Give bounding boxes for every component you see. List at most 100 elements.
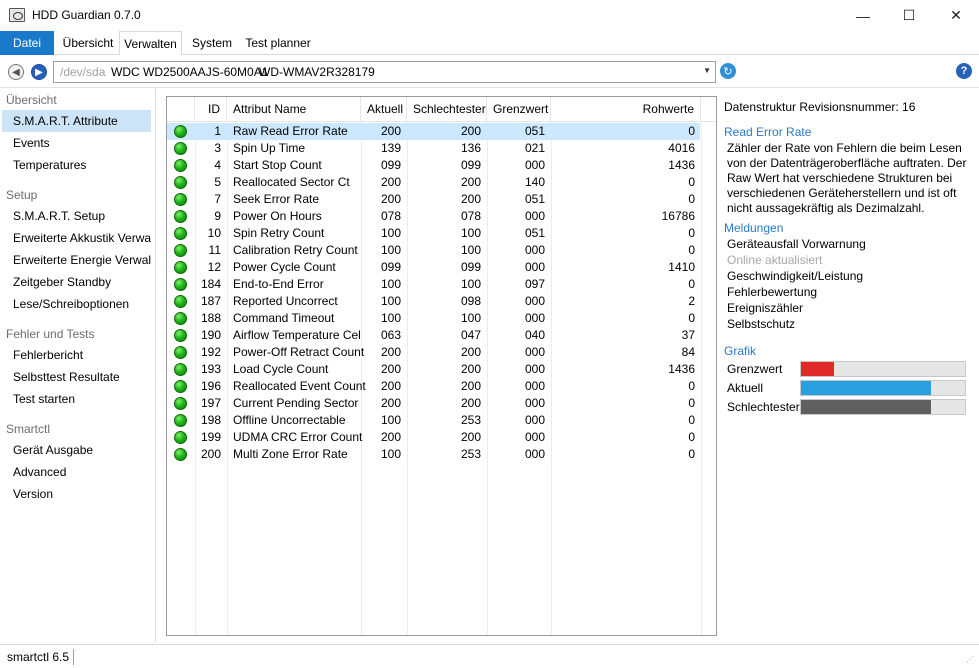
table-row[interactable]: 9 Power On Hours 078 078 000 16786 xyxy=(167,208,700,225)
table-row[interactable]: 1 Raw Read Error Rate 200 200 051 0 xyxy=(167,123,700,140)
sidebar-item-geraet-ausgabe[interactable]: Gerät Ausgabe xyxy=(2,439,151,461)
cell-schlechtester: 099 xyxy=(460,158,481,172)
cell-rohwerte: 0 xyxy=(688,430,695,444)
menu-uebersicht[interactable]: Übersicht xyxy=(58,31,118,55)
status-ok-icon xyxy=(174,363,187,376)
cell-aktuell: 100 xyxy=(380,294,401,308)
menu-test-planner[interactable]: Test planner xyxy=(242,31,314,55)
sidebar-item-akkustik[interactable]: Erweiterte Akkustik Verwaltung xyxy=(2,227,151,249)
table-row[interactable]: 192 Power-Off Retract Count 200 200 000 84 xyxy=(167,344,700,361)
bar-label: Grenzwert xyxy=(727,362,783,376)
message-item: Geräteausfall Vorwarnung xyxy=(727,237,866,251)
message-item: Fehlerbewertung xyxy=(727,285,818,299)
status-ok-icon xyxy=(174,142,187,155)
resize-grip-icon[interactable]: ⋰ xyxy=(966,655,976,665)
table-row[interactable]: 188 Command Timeout 100 100 000 0 xyxy=(167,310,700,327)
cell-schlechtester: 200 xyxy=(460,175,481,189)
forward-arrow-icon[interactable]: ▶ xyxy=(31,64,47,80)
column-aktuell[interactable]: Aktuell xyxy=(361,97,407,122)
table-row[interactable]: 196 Reallocated Event Count 200 200 000 0 xyxy=(167,378,700,395)
refresh-icon[interactable]: ↻ xyxy=(720,63,736,79)
status-ok-icon xyxy=(174,329,187,342)
column-grenzwert[interactable]: Grenzwert xyxy=(487,97,551,122)
sidebar-item-leseoptionen[interactable]: Lese/Schreiboptionen xyxy=(2,293,151,315)
minimize-button[interactable]: — xyxy=(840,0,886,31)
table-row[interactable]: 190 Airflow Temperature Cel 063 047 040 37 xyxy=(167,327,700,344)
device-selector[interactable]: /dev/sda WDC WD2500AAJS-60M0A1 WD-WMAV2R… xyxy=(53,61,716,83)
cell-attribut-name: Start Stop Count xyxy=(233,158,322,172)
column-rohwerte[interactable]: Rohwerte xyxy=(551,97,701,122)
table-row[interactable]: 198 Offline Uncorrectable 100 253 000 0 xyxy=(167,412,700,429)
table-row[interactable]: 7 Seek Error Rate 200 200 051 0 xyxy=(167,191,700,208)
sidebar-item-energie[interactable]: Erweiterte Energie Verwaltung xyxy=(2,249,151,271)
maximize-button[interactable]: ☐ xyxy=(886,0,932,31)
status-ok-icon xyxy=(174,346,187,359)
cell-attribut-name: Multi Zone Error Rate xyxy=(233,447,348,461)
cell-schlechtester: 200 xyxy=(460,430,481,444)
close-button[interactable]: ✕ xyxy=(933,0,979,31)
table-row[interactable]: 197 Current Pending Sector 200 200 000 0 xyxy=(167,395,700,412)
cell-grenzwert: 000 xyxy=(524,311,545,325)
table-row[interactable]: 4 Start Stop Count 099 099 000 1436 xyxy=(167,157,700,174)
hdd-icon xyxy=(9,8,25,22)
bar-track xyxy=(800,380,966,396)
cell-id: 187 xyxy=(200,294,221,308)
cell-rohwerte: 0 xyxy=(688,311,695,325)
cell-aktuell: 139 xyxy=(380,141,401,155)
table-row[interactable]: 193 Load Cycle Count 200 200 000 1436 xyxy=(167,361,700,378)
table-row[interactable]: 200 Multi Zone Error Rate 100 253 000 0 xyxy=(167,446,700,463)
help-icon[interactable]: ? xyxy=(956,63,972,79)
cell-grenzwert: 000 xyxy=(524,345,545,359)
table-row[interactable]: 10 Spin Retry Count 100 100 051 0 xyxy=(167,225,700,242)
table-row[interactable]: 184 End-to-End Error 100 100 097 0 xyxy=(167,276,700,293)
cell-grenzwert: 000 xyxy=(524,209,545,223)
cell-attribut-name: Reallocated Sector Ct xyxy=(233,175,350,189)
cell-rohwerte: 1436 xyxy=(668,158,695,172)
sidebar-item-smart-setup[interactable]: S.M.A.R.T. Setup xyxy=(2,205,151,227)
cell-grenzwert: 040 xyxy=(524,328,545,342)
sidebar-item-smart-attribute[interactable]: S.M.A.R.T. Attribute xyxy=(2,110,151,132)
sidebar-item-test-starten[interactable]: Test starten xyxy=(2,388,151,410)
table-row[interactable]: 11 Calibration Retry Count 100 100 000 0 xyxy=(167,242,700,259)
cell-rohwerte: 0 xyxy=(688,277,695,291)
menu-datei[interactable]: Datei xyxy=(0,31,54,55)
chevron-down-icon[interactable]: ▼ xyxy=(703,66,711,75)
status-ok-icon xyxy=(174,278,187,291)
column-id[interactable]: ID xyxy=(195,97,227,122)
sidebar-item-selbsttest[interactable]: Selbsttest Resultate xyxy=(2,366,151,388)
sidebar-item-advanced[interactable]: Advanced xyxy=(2,461,151,483)
sidebar-item-temperatures[interactable]: Temperatures xyxy=(2,154,151,176)
sidebar-item-fehlerbericht[interactable]: Fehlerbericht xyxy=(2,344,151,366)
cell-schlechtester: 200 xyxy=(460,396,481,410)
sidebar-item-events[interactable]: Events xyxy=(2,132,151,154)
column-attribut-name[interactable]: Attribut Name xyxy=(227,97,361,122)
cell-attribut-name: Airflow Temperature Cel xyxy=(233,328,361,342)
cell-aktuell: 200 xyxy=(380,175,401,189)
column-schlechtester[interactable]: Schlechtester xyxy=(407,97,487,122)
sidebar-item-zeitgeber-standby[interactable]: Zeitgeber Standby xyxy=(2,271,151,293)
table-row[interactable]: 12 Power Cycle Count 099 099 000 1410 xyxy=(167,259,700,276)
cell-id: 184 xyxy=(200,277,221,291)
menu-verwalten[interactable]: Verwalten xyxy=(119,31,182,56)
table-row[interactable]: 187 Reported Uncorrect 100 098 000 2 xyxy=(167,293,700,310)
cell-grenzwert: 000 xyxy=(524,413,545,427)
cell-aktuell: 100 xyxy=(380,447,401,461)
table-row[interactable]: 199 UDMA CRC Error Count 200 200 000 0 xyxy=(167,429,700,446)
back-arrow-icon[interactable]: ◀ xyxy=(8,64,24,80)
cell-rohwerte: 0 xyxy=(688,379,695,393)
cell-schlechtester: 047 xyxy=(460,328,481,342)
cell-rohwerte: 2 xyxy=(688,294,695,308)
bar-track xyxy=(800,399,966,415)
status-ok-icon xyxy=(174,380,187,393)
sidebar-group-fehler: Fehler und Tests xyxy=(6,327,95,341)
cell-rohwerte: 16786 xyxy=(661,209,695,223)
sidebar-item-version[interactable]: Version xyxy=(2,483,151,505)
column-status[interactable] xyxy=(167,97,195,122)
status-ok-icon xyxy=(174,414,187,427)
menu-system[interactable]: System xyxy=(187,31,237,55)
cell-rohwerte: 37 xyxy=(681,328,695,342)
table-row[interactable]: 5 Reallocated Sector Ct 200 200 140 0 xyxy=(167,174,700,191)
cell-schlechtester: 100 xyxy=(460,243,481,257)
table-row[interactable]: 3 Spin Up Time 139 136 021 4016 xyxy=(167,140,700,157)
smart-attribute-table[interactable]: ID Attribut Name Aktuell Schlechtester G… xyxy=(166,96,717,636)
